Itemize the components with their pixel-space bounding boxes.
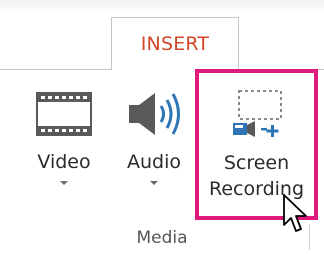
ribbon-divider-left	[0, 69, 111, 70]
audio-label: Audio	[126, 151, 181, 173]
tab-insert[interactable]: INSERT	[111, 17, 239, 70]
screen-recording-icon	[225, 78, 289, 150]
video-dropdown-icon[interactable]	[60, 181, 68, 185]
audio-dropdown-icon[interactable]	[150, 181, 158, 185]
video-button[interactable]: Video	[34, 78, 94, 228]
screen-recording-label-line1: Screen	[223, 152, 290, 174]
film-icon	[35, 78, 93, 150]
ribbon-tab-strip	[0, 0, 324, 14]
mouse-pointer-icon	[282, 193, 310, 239]
video-label: Video	[37, 151, 91, 173]
tab-insert-label: INSERT	[140, 33, 210, 55]
group-label-media: Media	[136, 228, 188, 248]
speaker-icon	[123, 78, 185, 150]
audio-button[interactable]: Audio	[119, 78, 189, 228]
